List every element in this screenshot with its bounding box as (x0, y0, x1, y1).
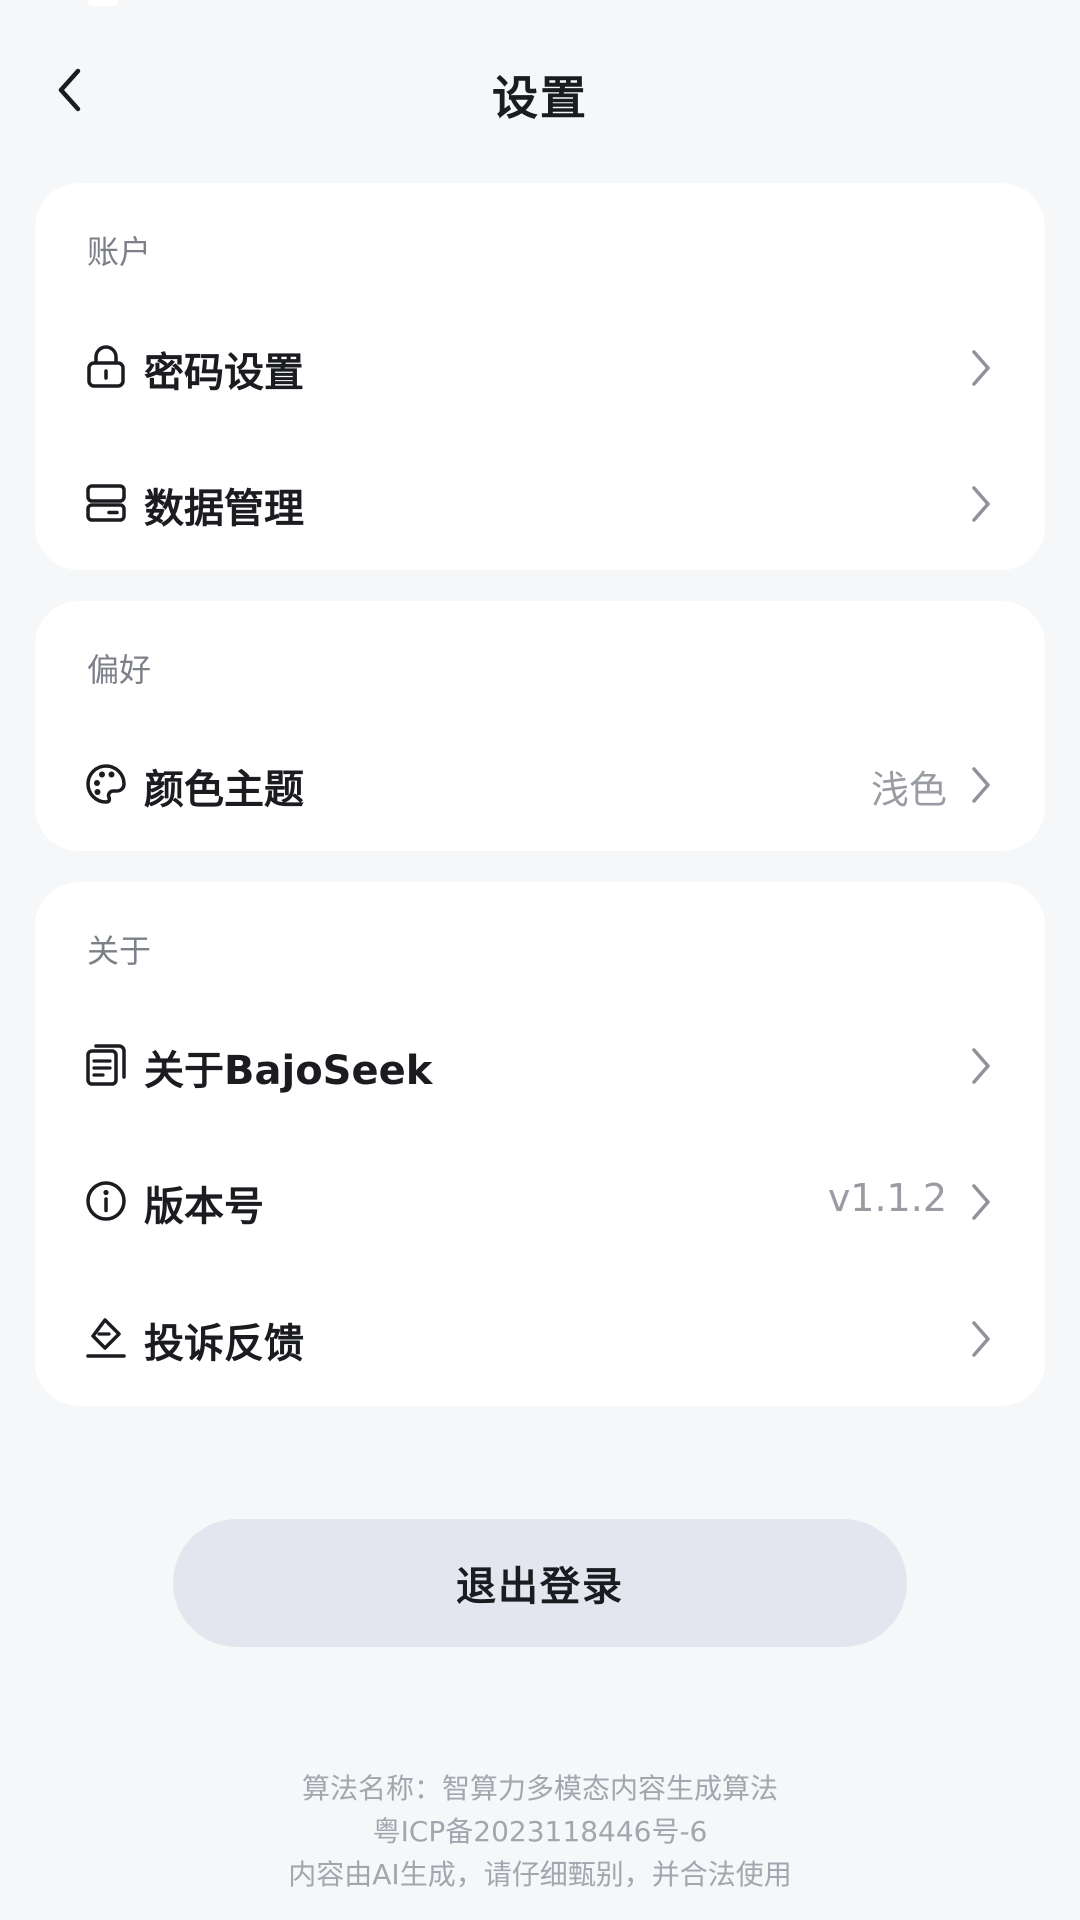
chevron-right-icon (961, 1046, 1001, 1086)
row-label: 数据管理 (144, 486, 304, 532)
row-password-settings[interactable]: 密码设置 (35, 312, 1045, 422)
row-data-management[interactable]: 数据管理 (35, 448, 1045, 558)
chevron-right-icon (961, 484, 1001, 524)
lock-icon (83, 344, 129, 390)
row-about-bajoseek[interactable]: 关于BajoSeek (35, 1010, 1045, 1120)
section-label-about: 关于 (87, 932, 152, 970)
row-label: 投诉反馈 (144, 1321, 304, 1367)
row-label: 版本号 (144, 1184, 264, 1230)
row-label: 颜色主题 (144, 767, 304, 813)
row-complaint-feedback[interactable]: 投诉反馈 (35, 1283, 1045, 1393)
chevron-right-icon (961, 348, 1001, 388)
header: 设置 (0, 40, 1080, 140)
logout-button[interactable]: 退出登录 (173, 1519, 907, 1647)
status-indicator (88, 0, 118, 6)
row-color-theme[interactable]: 颜色主题 浅色 (35, 729, 1045, 839)
info-icon (83, 1178, 129, 1224)
row-label: 关于BajoSeek (144, 1048, 433, 1094)
storage-icon (83, 480, 129, 526)
chevron-right-icon (961, 765, 1001, 805)
row-label: 密码设置 (144, 350, 304, 396)
theme-value: 浅色 (870, 768, 947, 812)
footer-ai-disclaimer: 内容由AI生成，请仔细甄别，并合法使用 (288, 1858, 792, 1891)
section-label-account: 账户 (87, 233, 152, 271)
version-value: v1.1.2 (827, 1176, 947, 1220)
section-label-preferences: 偏好 (87, 651, 152, 689)
row-version[interactable]: 版本号 v1.1.2 (35, 1146, 1045, 1256)
feedback-icon (83, 1315, 129, 1361)
page-title: 设置 (492, 71, 588, 125)
document-icon (83, 1042, 129, 1088)
chevron-right-icon (961, 1319, 1001, 1359)
footer-icp-record: 粤ICP备2023118446号-6 (372, 1815, 708, 1848)
chevron-right-icon (961, 1182, 1001, 1222)
palette-icon (83, 761, 129, 807)
footer-algorithm-name: 算法名称：智算力多模态内容生成算法 (301, 1772, 778, 1805)
status-bar (0, 0, 1080, 8)
